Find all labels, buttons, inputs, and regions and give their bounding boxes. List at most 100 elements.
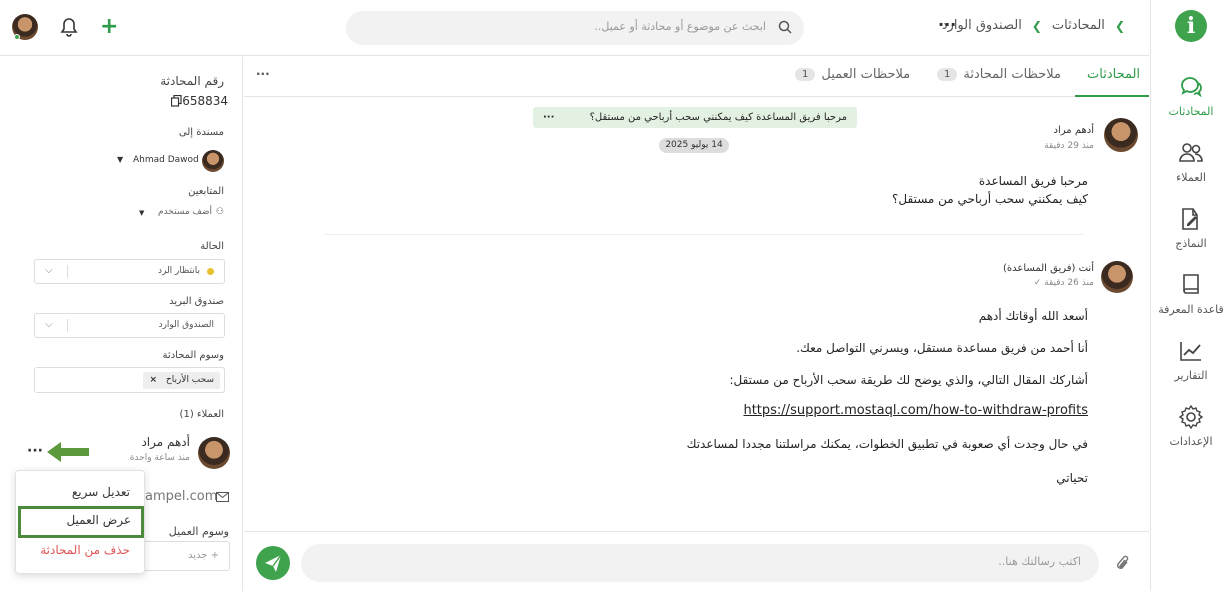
- agent-avatar: [1101, 261, 1133, 293]
- message-line: كيف يمكنني سحب أرباحي من مستقل؟: [892, 192, 1088, 206]
- assignee-name[interactable]: Ahmad Dawod: [133, 155, 199, 165]
- tab-label: ملاحظات العميل: [821, 67, 911, 82]
- breadcrumb-conversations[interactable]: المحادثات: [1052, 18, 1105, 33]
- chevron-icon: ❯: [1031, 18, 1042, 33]
- attachment-icon[interactable]: [1115, 554, 1131, 572]
- nav-reports[interactable]: التقارير: [1151, 338, 1230, 382]
- tab-label: ملاحظات المحادثة: [963, 67, 1061, 82]
- date-separator: 14 يوليو 2025: [659, 138, 729, 153]
- add-follower[interactable]: أضف مستخدم: [158, 207, 212, 217]
- message-line: أسعد الله أوقاتك أدهم: [978, 309, 1088, 323]
- message-placeholder: اكتب رسالتك هنا..: [998, 555, 1081, 568]
- customer-actions-menu: تعديل سريع عرض العميل حذف من المحادثة: [15, 470, 145, 574]
- customer-avatar: [198, 437, 230, 469]
- message-line: أشاركك المقال التالي، والذي يوضح لك طريق…: [729, 373, 1088, 387]
- tab-conversations[interactable]: المحادثات: [1087, 67, 1140, 82]
- form-edit-icon: [1182, 208, 1198, 230]
- send-button[interactable]: [256, 546, 290, 580]
- tab-badge: 1: [937, 68, 958, 81]
- status-label: الحالة: [200, 241, 224, 252]
- select-divider: [67, 265, 68, 278]
- nav-customers[interactable]: العملاء: [1151, 140, 1230, 184]
- mailbox-select[interactable]: الصندوق الوارد ⌵: [34, 313, 225, 338]
- nav-label: المحادثات: [1168, 105, 1214, 118]
- customers-label: العملاء (1): [179, 409, 224, 420]
- tab-label: المحادثات: [1087, 67, 1141, 82]
- more-options-icon[interactable]: ···: [256, 67, 270, 81]
- more-options-icon[interactable]: ···: [27, 443, 43, 459]
- bell-icon[interactable]: [60, 17, 78, 37]
- chevron-down-icon: ⌵: [45, 265, 53, 276]
- more-options-icon[interactable]: ···: [543, 107, 554, 128]
- pinned-text: مرحبا فريق المساعدة كيف يمكنني سحب أرباح…: [589, 112, 847, 123]
- message-composer: اكتب رسالتك هنا..: [244, 531, 1149, 591]
- tag-chip: سحب الأرباح ×: [143, 372, 220, 389]
- chevron-down-icon: ⌵: [45, 319, 53, 330]
- book-icon: [1183, 274, 1199, 294]
- tab-customer-notes[interactable]: ملاحظات العميل 1: [795, 67, 910, 82]
- nav-label: العملاء: [1176, 171, 1206, 184]
- conversation-tags-input[interactable]: سحب الأرباح ×: [34, 367, 225, 393]
- caret-down-icon[interactable]: ▼: [139, 209, 144, 217]
- tab-conversation-notes[interactable]: ملاحظات المحادثة 1: [937, 67, 1061, 82]
- customer-email: ampel.com: [145, 489, 218, 504]
- assigned-label: مسندة إلى: [178, 127, 224, 138]
- tab-badge: 1: [795, 68, 816, 81]
- quick-edit-item[interactable]: تعديل سريع: [72, 485, 130, 499]
- message-divider: [324, 234, 1084, 235]
- status-dot: [207, 268, 214, 275]
- nav-settings[interactable]: الإعدادات: [1151, 404, 1230, 448]
- mailbox-label: صندوق البريد: [169, 296, 224, 307]
- followers-label: المتابعين: [188, 186, 224, 197]
- customer-avatar: [1104, 118, 1138, 152]
- select-divider: [67, 319, 68, 332]
- message-input[interactable]: اكتب رسالتك هنا..: [301, 544, 1099, 582]
- user-avatar[interactable]: [12, 14, 38, 40]
- mail-icon: [216, 492, 229, 502]
- remove-from-conversation-item[interactable]: حذف من المحادثة: [40, 543, 130, 557]
- message-line: تحياتي: [1056, 471, 1088, 485]
- app-logo[interactable]: i: [1175, 10, 1207, 42]
- conv-number-label: رقم المحادثة: [160, 74, 224, 88]
- status-value: بانتظار الرد: [157, 266, 200, 276]
- status-select[interactable]: بانتظار الرد ⌵: [34, 259, 225, 284]
- top-bar: + ابحث عن موضوع أو محادثة أو عميل.. ❯ ال…: [0, 0, 1149, 56]
- chart-icon: [1180, 342, 1201, 361]
- pinned-subject: مرحبا فريق المساعدة كيف يمكنني سحب أرباح…: [533, 107, 857, 128]
- online-status-dot: [14, 34, 20, 40]
- arrow-left-icon: [47, 442, 89, 462]
- message-line: أنا أحمد من فريق مساعدة مستقل، ويسرني ال…: [796, 341, 1088, 355]
- message-time: منذ 29 دقيقة: [1044, 141, 1094, 151]
- tags-label: وسوم المحادثة: [162, 350, 224, 361]
- chevron-icon: ❯: [1114, 18, 1125, 33]
- customer-tags-input[interactable]: + جديد: [140, 541, 230, 571]
- customer-time: منذ ساعة واحدة: [129, 453, 190, 463]
- add-icon[interactable]: +: [100, 16, 118, 38]
- users-add-icon: ⚇: [215, 207, 224, 217]
- gear-icon: [1178, 404, 1204, 430]
- conversation-tabs: ··· ملاحظات العميل 1 ملاحظات المحادثة 1 …: [244, 57, 1149, 97]
- search-placeholder: ابحث عن موضوع أو محادثة أو عميل..: [594, 20, 766, 33]
- article-link[interactable]: https://support.mostaql.com/how-to-withd…: [743, 403, 1088, 418]
- mailbox-value: الصندوق الوارد: [158, 320, 214, 330]
- remove-tag-icon[interactable]: ×: [149, 375, 157, 385]
- send-icon: [265, 554, 282, 572]
- nav-forms[interactable]: النماذج: [1151, 206, 1230, 250]
- nav-knowledge-base[interactable]: قاعدة المعرفة: [1151, 272, 1230, 316]
- customer-name[interactable]: أدهم مراد: [141, 435, 190, 449]
- view-customer-item[interactable]: عرض العميل: [18, 506, 144, 538]
- chat-area: مرحبا فريق المساعدة كيف يمكنني سحب أرباح…: [244, 97, 1149, 531]
- assignee-avatar: [202, 150, 224, 172]
- top-actions: +: [12, 14, 118, 40]
- message-line: في حال وجدت أي صعوبة في تطبيق الخطوات، ي…: [686, 437, 1088, 451]
- copy-icon[interactable]: [171, 95, 182, 107]
- search-input[interactable]: ابحث عن موضوع أو محادثة أو عميل..: [346, 11, 804, 45]
- sender-name: أدهم مراد: [1053, 125, 1094, 136]
- message-line: مرحبا فريق المساعدة: [978, 174, 1088, 188]
- customer-tags-label: وسوم العميل: [168, 525, 229, 538]
- more-options-icon[interactable]: ···: [938, 15, 956, 34]
- caret-down-icon[interactable]: ▼: [117, 155, 123, 164]
- message-time: منذ 26 دقيقة ✓: [1033, 278, 1094, 288]
- nav-conversations[interactable]: المحادثات: [1151, 74, 1230, 118]
- nav-label: قاعدة المعرفة: [1158, 303, 1224, 316]
